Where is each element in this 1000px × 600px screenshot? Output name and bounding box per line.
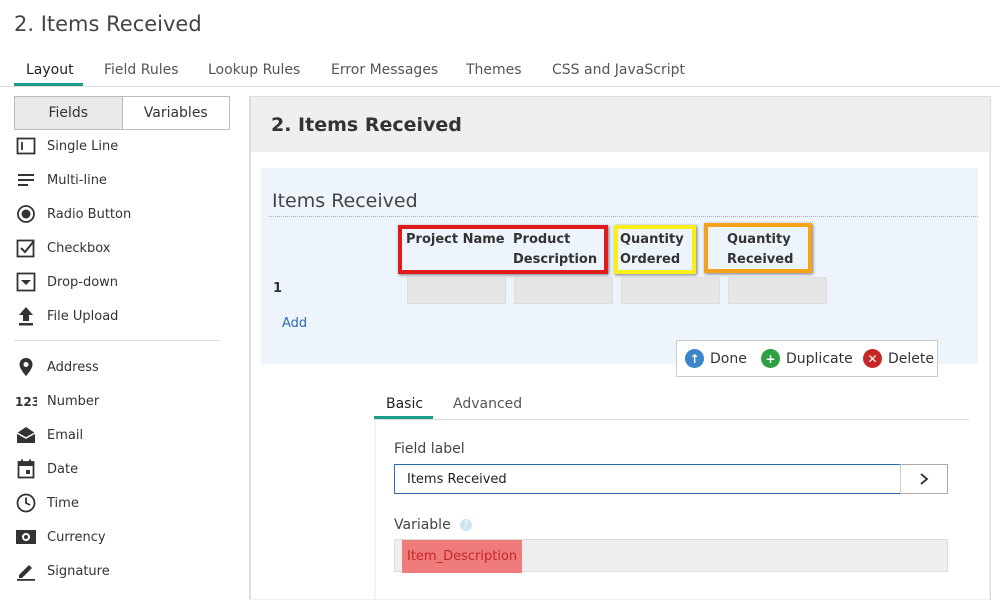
duplicate-button[interactable]: + Duplicate bbox=[761, 349, 853, 368]
field-label-expand-button[interactable] bbox=[900, 464, 948, 494]
main-tabs: Layout Field Rules Lookup Rules Error Me… bbox=[0, 56, 1000, 87]
sidebar-item-address[interactable]: Address bbox=[14, 352, 234, 382]
orange-highlight-box bbox=[704, 223, 812, 273]
red-highlight-box bbox=[398, 225, 608, 274]
panel-title: 2. Items Received bbox=[271, 114, 462, 136]
field-action-bar: ↑ Done + Duplicate ✕ Delete bbox=[676, 340, 938, 377]
grid-cell-quantity-received[interactable] bbox=[728, 277, 827, 304]
active-inner-tab-indicator bbox=[374, 416, 433, 419]
sidebar-item-label: Multi-line bbox=[47, 172, 107, 188]
calendar-icon bbox=[14, 459, 38, 479]
tab-field-rules[interactable]: Field Rules bbox=[104, 62, 179, 78]
sidebar-item-label: Date bbox=[47, 461, 79, 477]
row-number: 1 bbox=[273, 281, 283, 296]
fields-toggle-button[interactable]: Fields bbox=[15, 97, 123, 129]
grid-title: Items Received bbox=[272, 190, 418, 212]
variable-heading: Variable bbox=[394, 517, 451, 533]
add-row-link[interactable]: Add bbox=[282, 316, 307, 331]
location-pin-icon bbox=[14, 357, 38, 377]
duplicate-label: Duplicate bbox=[786, 350, 853, 367]
sidebar-divider bbox=[14, 340, 220, 341]
upload-icon bbox=[14, 306, 38, 326]
page-title: 2. Items Received bbox=[14, 12, 202, 36]
arrow-up-icon: ↑ bbox=[685, 349, 704, 368]
sidebar-item-label: File Upload bbox=[47, 308, 119, 324]
dropdown-icon bbox=[14, 272, 38, 292]
sidebar-item-label: Radio Button bbox=[47, 206, 132, 222]
sidebar-item-label: Email bbox=[47, 427, 84, 443]
done-button[interactable]: ↑ Done bbox=[685, 349, 747, 368]
delete-button[interactable]: ✕ Delete bbox=[863, 349, 934, 368]
grid-cell-project-name[interactable] bbox=[407, 277, 506, 304]
currency-icon bbox=[14, 527, 38, 547]
svg-text:123: 123 bbox=[15, 395, 37, 408]
sidebar-item-label: Address bbox=[47, 359, 99, 375]
chevron-right-icon bbox=[920, 473, 929, 485]
single-line-icon bbox=[14, 136, 38, 156]
multi-line-icon bbox=[14, 170, 38, 190]
tab-basic[interactable]: Basic bbox=[386, 396, 423, 412]
tab-lookup-rules[interactable]: Lookup Rules bbox=[208, 62, 300, 78]
sidebar-item-radio-button[interactable]: Radio Button bbox=[14, 199, 234, 229]
sidebar-item-signature[interactable]: Signature bbox=[14, 556, 234, 586]
sidebar-item-label: Checkbox bbox=[47, 240, 111, 256]
sidebar-item-date[interactable]: Date bbox=[14, 454, 234, 484]
yellow-highlight-box bbox=[614, 225, 696, 274]
tab-layout[interactable]: Layout bbox=[26, 62, 74, 78]
close-icon: ✕ bbox=[863, 349, 882, 368]
sidebar-item-email[interactable]: Email bbox=[14, 420, 234, 450]
done-label: Done bbox=[710, 350, 747, 367]
field-label-input[interactable]: Items Received bbox=[394, 464, 900, 494]
field-label-heading: Field label bbox=[394, 441, 465, 457]
fields-variables-toggle: Fields Variables bbox=[14, 96, 230, 130]
help-icon[interactable]: ? bbox=[460, 519, 472, 531]
sidebar-item-label: Signature bbox=[47, 563, 110, 579]
delete-label: Delete bbox=[888, 350, 934, 367]
plus-icon: + bbox=[761, 349, 780, 368]
envelope-icon bbox=[14, 425, 38, 445]
checkbox-icon bbox=[14, 238, 38, 258]
pen-icon bbox=[14, 561, 38, 581]
sidebar-item-label: Single Line bbox=[47, 138, 119, 154]
number-icon: 123 bbox=[14, 391, 38, 411]
sidebar-item-label: Time bbox=[47, 495, 79, 511]
properties-tabs: Basic Advanced bbox=[374, 393, 969, 420]
grid-cell-product-description[interactable] bbox=[514, 277, 613, 304]
clock-icon bbox=[14, 493, 38, 513]
sidebar-item-label: Drop-down bbox=[47, 274, 119, 290]
variables-toggle-button[interactable]: Variables bbox=[123, 97, 230, 129]
sidebar-item-label: Currency bbox=[47, 529, 106, 545]
sidebar-item-currency[interactable]: Currency bbox=[14, 522, 234, 552]
sidebar-item-time[interactable]: Time bbox=[14, 488, 234, 518]
variable-value-highlight: Item_Description bbox=[402, 540, 522, 573]
tab-error-messages[interactable]: Error Messages bbox=[331, 62, 438, 78]
radio-icon bbox=[14, 204, 38, 224]
sidebar-item-single-line[interactable]: Single Line bbox=[14, 131, 234, 161]
sidebar-item-checkbox[interactable]: Checkbox bbox=[14, 233, 234, 263]
tab-css-javascript[interactable]: CSS and JavaScript bbox=[552, 62, 685, 78]
tab-themes[interactable]: Themes bbox=[466, 62, 522, 78]
sidebar-item-multi-line[interactable]: Multi-line bbox=[14, 165, 234, 195]
sidebar-item-drop-down[interactable]: Drop-down bbox=[14, 267, 234, 297]
sidebar-item-file-upload[interactable]: File Upload bbox=[14, 301, 234, 331]
grid-cell-quantity-ordered[interactable] bbox=[621, 277, 720, 304]
active-tab-indicator bbox=[14, 83, 83, 86]
tab-advanced[interactable]: Advanced bbox=[453, 396, 522, 412]
sidebar-item-label: Number bbox=[47, 393, 100, 409]
sidebar-item-number[interactable]: 123 Number bbox=[14, 386, 234, 416]
grid-title-divider bbox=[269, 216, 978, 217]
